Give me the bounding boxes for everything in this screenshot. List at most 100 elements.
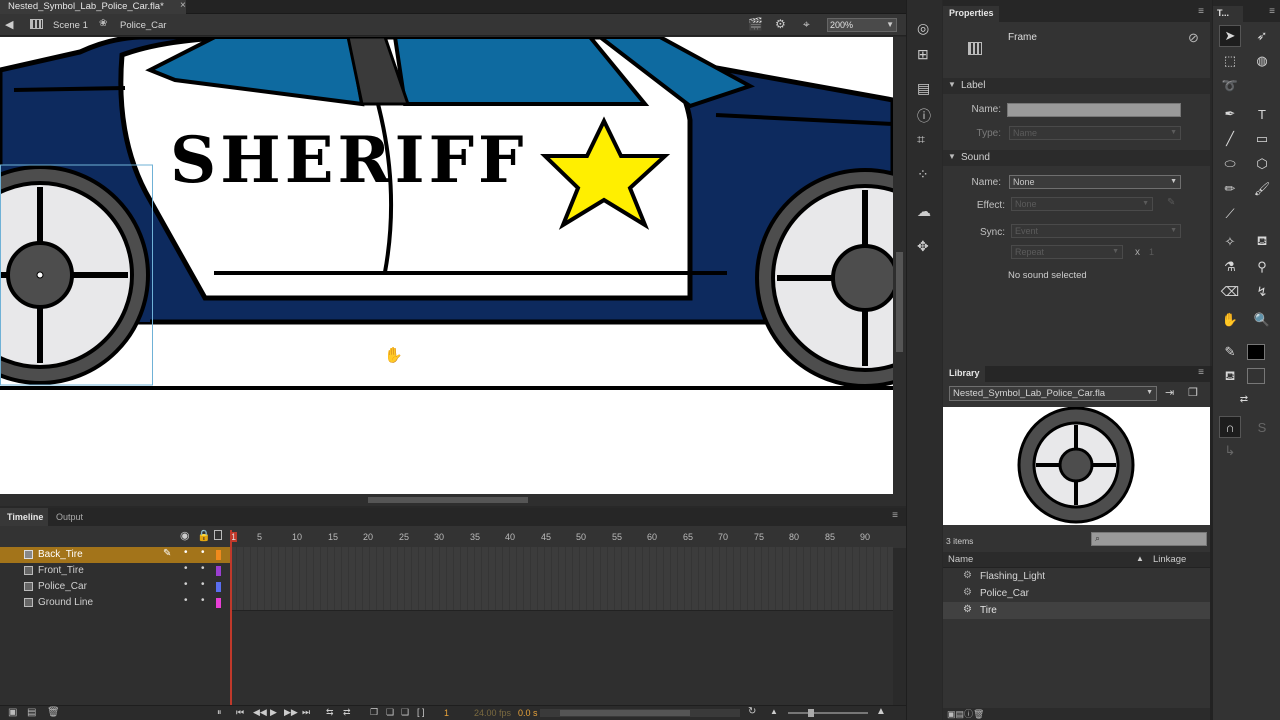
label-name-input[interactable] — [1007, 103, 1181, 117]
library-search[interactable]: ⌕ — [1091, 532, 1207, 546]
pause-icon[interactable]: ⏸ — [217, 707, 222, 718]
layer-dot[interactable]: • — [184, 547, 188, 558]
new-folder-icon[interactable]: ▤ — [27, 707, 36, 718]
text-tool-icon[interactable]: T — [1251, 103, 1273, 125]
library-item[interactable]: ⚙ Flashing_Light — [943, 568, 1210, 585]
library-item[interactable]: ⚙ Police_Car — [943, 585, 1210, 602]
stage[interactable]: SHERIFF ✋ — [0, 37, 893, 494]
panel-menu-icon[interactable]: ≡ — [1198, 6, 1204, 17]
code-snippets-icon[interactable]: ✥ — [917, 238, 929, 255]
prev-frame-icon[interactable]: ◀◀ — [253, 707, 267, 718]
timeline-hscroll[interactable] — [540, 709, 740, 717]
pen-tool-icon[interactable]: ✒ — [1219, 103, 1241, 125]
smooth-icon[interactable]: S — [1251, 416, 1273, 438]
label-section-header[interactable]: ▼ Label — [943, 78, 1210, 94]
lasso-tool-icon[interactable]: ➰ — [1219, 75, 1241, 97]
next-frame-icon[interactable]: ▶▶ — [284, 707, 298, 718]
sound-name-select[interactable]: None ▼ — [1009, 175, 1181, 189]
polystar-tool-icon[interactable]: ⬡ — [1251, 153, 1273, 175]
rectangle-tool-icon[interactable]: ▭ — [1251, 128, 1273, 150]
layer-color-swatch[interactable] — [216, 598, 221, 608]
frame-rate[interactable]: 24.00 fps — [474, 708, 511, 718]
panel-menu-icon[interactable]: ≡ — [1269, 6, 1275, 17]
stage-vertical-scrollbar[interactable] — [893, 37, 906, 494]
library-file-select[interactable]: Nested_Symbol_Lab_Police_Car.fla ▼ — [949, 386, 1157, 401]
eye-icon[interactable]: ◉ — [180, 529, 190, 542]
zoom-select[interactable]: 200% ▼ — [827, 18, 897, 32]
frame-ruler[interactable]: 1 5 10 15 20 25 30 35 40 45 50 55 60 65 … — [228, 526, 893, 548]
scene-label[interactable]: Scene 1 — [53, 20, 88, 31]
3d-rotation-tool-icon[interactable]: ◍ — [1251, 50, 1273, 72]
layer-row-ground-line[interactable]: Ground Line • • — [0, 595, 230, 611]
center-frame-icon[interactable]: ⇄ — [343, 707, 351, 718]
zoom-out-icon[interactable]: ▲ — [770, 707, 778, 716]
fill-color-swatch[interactable] — [1247, 368, 1265, 384]
layer-row-back-tire[interactable]: Back_Tire ✎ • • — [0, 547, 230, 563]
edit-scene-icon[interactable]: 🎬 — [748, 17, 763, 31]
eyedropper-tool-icon[interactable]: ⚲ — [1251, 256, 1273, 278]
library-item-selected[interactable]: ⚙ Tire — [943, 602, 1210, 619]
ink-bottle-tool-icon[interactable]: ⚗ — [1219, 256, 1241, 278]
oval-tool-icon[interactable]: ⬭ — [1219, 153, 1241, 175]
subselection-tool-icon[interactable]: ➶ — [1251, 25, 1273, 47]
linkage-column-header[interactable]: Linkage — [1153, 554, 1186, 565]
close-tab-icon[interactable]: × — [180, 0, 186, 11]
tab-timeline[interactable]: Timeline — [0, 508, 48, 526]
current-frame[interactable]: 1 — [444, 708, 449, 718]
paint-brush-tool-icon[interactable]: ⟋ — [1219, 203, 1241, 225]
outline-icon[interactable] — [214, 530, 222, 540]
tab-tools[interactable]: T... — [1213, 6, 1243, 22]
stroke-color-icon[interactable]: ✎ — [1219, 341, 1241, 363]
new-layer-icon[interactable]: ▣ — [8, 707, 17, 718]
layer-dot[interactable]: • — [201, 579, 205, 590]
brush-tool-icon[interactable]: 🖌 — [1251, 178, 1273, 200]
tab-properties[interactable]: Properties — [943, 6, 999, 22]
stroke-color-swatch[interactable] — [1247, 344, 1265, 360]
align-icon[interactable]: ▤ — [917, 80, 930, 97]
new-library-icon[interactable]: ❐ — [1188, 386, 1198, 399]
info-icon[interactable]: ⓘ — [917, 106, 931, 126]
elapsed-time[interactable]: 0.0 s — [518, 708, 538, 718]
motion-editor-icon[interactable]: ⁘ — [917, 166, 929, 183]
document-tab[interactable]: Nested_Symbol_Lab_Police_Car.fla* × — [0, 0, 186, 14]
layer-color-swatch[interactable] — [216, 566, 221, 576]
hand-tool-icon[interactable]: ✋ — [1219, 309, 1241, 331]
timeline-vertical-scrollbar[interactable] — [893, 548, 906, 706]
selection-tool-icon[interactable]: ➤ — [1219, 25, 1241, 47]
swap-colors-icon[interactable]: ⇄ — [1233, 388, 1255, 410]
new-symbol-icon[interactable]: ▣▤ⓘ🗑 — [947, 707, 984, 720]
lock-icon[interactable]: 🔒 — [197, 529, 211, 542]
bone-tool-icon[interactable]: ✧ — [1219, 231, 1241, 253]
edit-multiple-icon[interactable]: ❑ — [401, 707, 409, 718]
modify-markers-icon[interactable]: [ ] — [417, 707, 425, 717]
edit-symbols-icon[interactable]: ⚙ — [775, 17, 786, 31]
layer-dot[interactable]: • — [201, 595, 205, 606]
timeline-hscroll-thumb[interactable] — [560, 710, 690, 716]
play-icon[interactable]: ▶ — [270, 707, 277, 718]
eraser-tool-icon[interactable]: ⌫ — [1219, 281, 1241, 303]
sync-icon[interactable]: ↻ — [748, 706, 756, 717]
transform-icon[interactable]: ⌗ — [917, 131, 925, 148]
sound-section-header[interactable]: ▼ Sound — [943, 150, 1210, 166]
slider-thumb[interactable] — [808, 709, 814, 717]
layer-dot[interactable]: • — [184, 579, 188, 590]
delete-layer-icon[interactable]: 🗑 — [47, 707, 60, 718]
stage-horizontal-scrollbar[interactable] — [0, 494, 906, 506]
paint-bucket-tool-icon[interactable]: ⛾ — [1251, 231, 1273, 253]
first-frame-icon[interactable]: ⏮ — [236, 707, 244, 718]
layer-dot[interactable]: • — [184, 563, 188, 574]
zoom-in-icon[interactable]: ▲ — [876, 706, 886, 717]
frames-grid[interactable] — [230, 547, 893, 611]
fill-color-icon[interactable]: ⛾ — [1219, 366, 1241, 388]
layer-dot[interactable]: • — [184, 595, 188, 606]
panel-menu-icon[interactable]: ≡ — [892, 510, 898, 521]
loop-icon[interactable]: ⇆ — [326, 707, 334, 718]
snap-to-objects-icon[interactable]: ∩ — [1219, 416, 1241, 438]
motion-presets-icon[interactable]: ◎ — [917, 20, 929, 37]
playhead[interactable] — [230, 530, 232, 706]
layer-dot[interactable]: • — [201, 563, 205, 574]
layer-color-swatch[interactable] — [216, 550, 221, 560]
width-tool-icon[interactable]: ↯ — [1251, 281, 1273, 303]
last-frame-icon[interactable]: ⏭ — [302, 707, 310, 718]
pencil-tool-icon[interactable]: ✏ — [1219, 178, 1241, 200]
